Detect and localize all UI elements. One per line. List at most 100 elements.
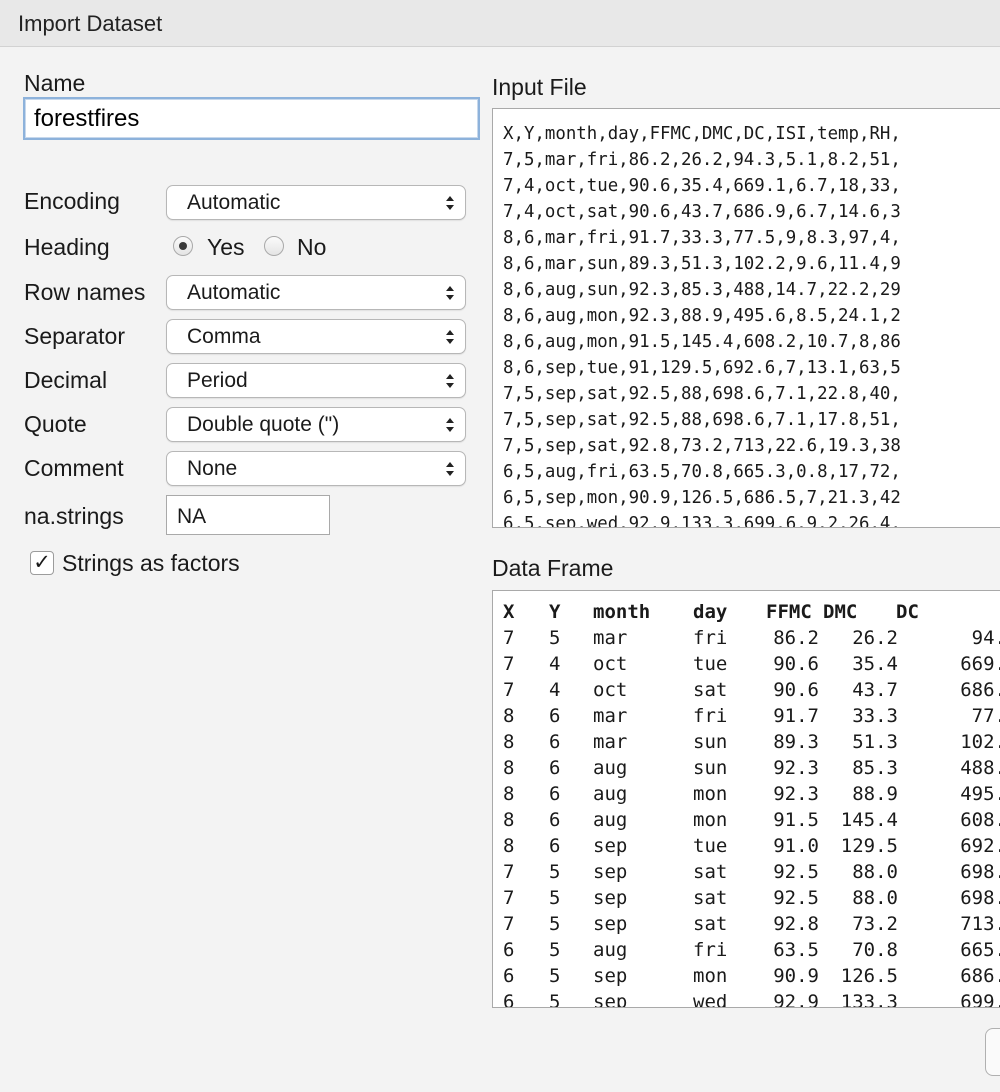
table-cell: 5 [549, 861, 561, 883]
table-cell: 89.3 [773, 731, 819, 753]
table-cell: 92.5 [773, 887, 819, 909]
table-cell: fri [693, 627, 728, 649]
comment-select[interactable]: None [166, 451, 466, 486]
table-cell: 70.8 [852, 939, 898, 961]
table-cell: aug [593, 757, 628, 779]
table-cell: 90.6 [773, 653, 819, 675]
table-cell: 699. [960, 991, 1000, 1008]
table-cell: 90.9 [773, 965, 819, 987]
na-strings-input[interactable]: NA [166, 495, 330, 535]
column-header: FFMC [766, 601, 812, 623]
table-cell: 7 [503, 861, 515, 883]
table-cell: 86.2 [773, 627, 819, 649]
table-cell: oct [593, 653, 628, 675]
table-cell: 698. [960, 861, 1000, 883]
table-cell: 495. [960, 783, 1000, 805]
import-button[interactable] [985, 1028, 1000, 1076]
table-cell: sep [593, 991, 628, 1008]
heading-no-radio[interactable] [264, 236, 284, 256]
heading-yes-label[interactable]: Yes [207, 234, 245, 261]
table-cell: sep [593, 913, 628, 935]
column-header: DC [896, 601, 919, 623]
table-cell: 91.7 [773, 705, 819, 727]
table-cell: 7 [503, 679, 515, 701]
table-cell: aug [593, 783, 628, 805]
up-down-chevron-icon [446, 286, 454, 300]
table-cell: oct [593, 679, 628, 701]
decimal-select[interactable]: Period [166, 363, 466, 398]
table-cell: sep [593, 861, 628, 883]
table-cell: 713. [960, 913, 1000, 935]
input-file-line: 8,6,aug,mon,92.3,88.9,495.6,8.5,24.1,2 [503, 306, 901, 326]
heading-no-label[interactable]: No [297, 234, 326, 261]
table-cell: 126.5 [840, 965, 898, 987]
table-cell: 7 [503, 653, 515, 675]
table-cell: 6 [549, 757, 561, 779]
table-cell: 8 [503, 731, 515, 753]
table-cell: 77. [971, 705, 1000, 727]
table-cell: 133.3 [840, 991, 898, 1008]
quote-value: Double quote (") [187, 413, 340, 436]
input-file-line: X,Y,month,day,FFMC,DMC,DC,ISI,temp,RH, [503, 124, 901, 144]
table-cell: 8 [503, 809, 515, 831]
table-cell: 91.0 [773, 835, 819, 857]
table-cell: 692. [960, 835, 1000, 857]
input-file-line: 6,5,sep,wed,92.9,133.3,699.6,9.2,26.4, [503, 514, 901, 528]
table-cell: 88.9 [852, 783, 898, 805]
table-cell: 6 [549, 783, 561, 805]
table-cell: 88.0 [852, 861, 898, 883]
table-cell: sun [693, 757, 728, 779]
table-cell: 43.7 [852, 679, 898, 701]
strings-as-factors-checkbox[interactable]: ✓ [30, 551, 54, 575]
table-cell: 4 [549, 653, 561, 675]
rownames-select[interactable]: Automatic [166, 275, 466, 310]
input-file-line: 8,6,aug,mon,91.5,145.4,608.2,10.7,8,86 [503, 332, 901, 352]
table-cell: wed [693, 991, 728, 1008]
table-cell: 6 [549, 835, 561, 857]
name-input[interactable] [23, 97, 480, 140]
column-header: Y [549, 601, 561, 623]
encoding-select[interactable]: Automatic [166, 185, 466, 220]
table-cell: 5 [549, 991, 561, 1008]
table-cell: 488. [960, 757, 1000, 779]
table-cell: 8 [503, 705, 515, 727]
table-cell: 686. [960, 965, 1000, 987]
table-cell: 35.4 [852, 653, 898, 675]
table-cell: 145.4 [840, 809, 898, 831]
strings-as-factors-label[interactable]: Strings as factors [62, 550, 240, 577]
column-header: day [693, 601, 728, 623]
table-cell: 102. [960, 731, 1000, 753]
table-cell: 85.3 [852, 757, 898, 779]
table-cell: mon [693, 809, 728, 831]
table-cell: sat [693, 913, 728, 935]
table-cell: 92.3 [773, 757, 819, 779]
table-cell: 129.5 [840, 835, 898, 857]
input-file-line: 7,4,oct,tue,90.6,35.4,669.1,6.7,18,33, [503, 176, 901, 196]
encoding-value: Automatic [187, 191, 281, 214]
column-header: X [503, 601, 515, 623]
rownames-value: Automatic [187, 281, 281, 304]
table-cell: mon [693, 783, 728, 805]
input-file-line: 7,5,sep,sat,92.5,88,698.6,7.1,22.8,40, [503, 384, 901, 404]
quote-select[interactable]: Double quote (") [166, 407, 466, 442]
input-file-line: 8,6,mar,sun,89.3,51.3,102.2,9.6,11.4,9 [503, 254, 901, 274]
heading-yes-radio[interactable] [173, 236, 193, 256]
input-file-line: 6,5,aug,fri,63.5,70.8,665.3,0.8,17,72, [503, 462, 901, 482]
table-cell: 669. [960, 653, 1000, 675]
data-frame-preview[interactable]: X Ymonth day FFMC DMC DC 7 5 mar fri 86.2 26.2 94. 7 4… [492, 590, 1000, 1008]
name-label: Name [24, 70, 86, 96]
table-cell: 698. [960, 887, 1000, 909]
na-strings-label: na.strings [24, 503, 124, 529]
decimal-value: Period [187, 369, 248, 392]
table-cell: 51.3 [852, 731, 898, 753]
table-cell: sun [693, 731, 728, 753]
separator-select[interactable]: Comma [166, 319, 466, 354]
table-cell: 92.5 [773, 861, 819, 883]
input-file-line: 6,5,sep,mon,90.9,126.5,686.5,7,21.3,42 [503, 488, 901, 508]
table-cell: 608. [960, 809, 1000, 831]
table-cell: mon [693, 965, 728, 987]
separator-label: Separator [24, 323, 126, 349]
input-file-preview[interactable]: X,Y,month,day,FFMC,DMC,DC,ISI,temp,RH, 7,… [492, 108, 1000, 528]
up-down-chevron-icon [446, 462, 454, 476]
separator-value: Comma [187, 325, 261, 348]
